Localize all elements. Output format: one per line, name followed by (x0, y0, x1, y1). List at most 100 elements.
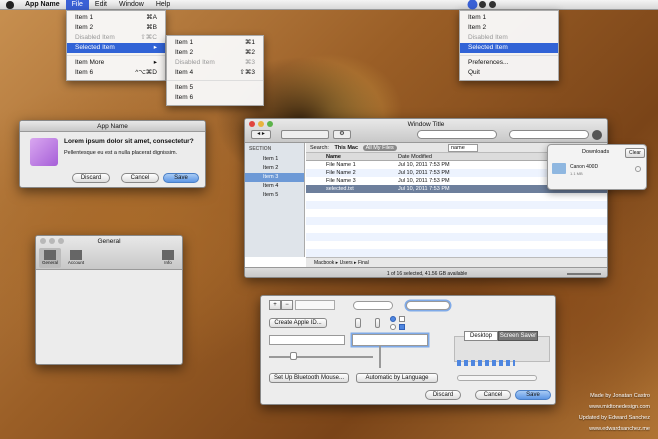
action-gear-icon[interactable]: ⚙ (333, 130, 351, 139)
menu-item[interactable]: Item More ▸ (67, 58, 165, 68)
menu-separator (460, 55, 558, 56)
menu-separator (67, 55, 165, 56)
slider-knob[interactable] (290, 352, 297, 360)
status-dot-icon[interactable] (489, 1, 496, 8)
column-date[interactable]: Date Modified (398, 153, 432, 161)
menu-file[interactable]: File (65, 0, 89, 10)
sidebar-item[interactable]: Item 5 (245, 191, 304, 200)
sidebar: SECTION Item 1 Item 2 Item 3 Item 4 Item… (245, 143, 305, 257)
search-field[interactable] (353, 301, 393, 310)
menu-extras (469, 1, 496, 8)
path-item[interactable]: Users (340, 260, 353, 266)
bluetooth-button[interactable]: Set Up Bluetooth Mouse... (269, 373, 349, 383)
stepper-small[interactable] (375, 318, 380, 328)
plus-button[interactable]: + (269, 300, 281, 310)
status-dot-icon[interactable] (479, 1, 486, 8)
menu-item-disabled: Disabled Item (468, 34, 508, 41)
menu-help[interactable]: Help (150, 0, 176, 10)
reveal-icon[interactable] (635, 166, 641, 172)
tab-desktop[interactable]: Desktop (464, 331, 498, 341)
discard-button[interactable]: Discard (72, 173, 110, 183)
horizontal-slider[interactable] (269, 356, 345, 358)
menu-item-quit[interactable]: Quit (460, 68, 558, 78)
text-field[interactable] (269, 335, 345, 345)
clear-button[interactable]: Clear (625, 148, 645, 158)
menu-item-preferences[interactable]: Preferences... (460, 58, 558, 68)
save-button[interactable]: Save (515, 390, 551, 400)
small-slider[interactable] (343, 356, 373, 358)
menu-item[interactable]: Item 6 (167, 93, 263, 103)
text-field-focused[interactable] (352, 334, 428, 346)
filter-select[interactable]: name (448, 144, 478, 152)
menu-item[interactable]: Item 2 ⌘2 (167, 48, 263, 58)
minimize-button[interactable] (258, 121, 264, 127)
zoom-button[interactable] (58, 238, 64, 244)
segmented-blank[interactable] (295, 300, 335, 310)
column-name[interactable]: Name (326, 153, 341, 161)
tab-screen-saver[interactable]: Screen Saver (498, 331, 538, 341)
menu-item[interactable]: Item 6 ^⌥⌘D (67, 68, 165, 78)
zoom-button[interactable] (267, 121, 273, 127)
radio[interactable] (390, 324, 396, 330)
sidebar-item[interactable]: Item 2 (245, 164, 304, 173)
icon-size-slider[interactable] (567, 273, 601, 275)
info-icon (162, 250, 174, 260)
app-icon (30, 138, 58, 166)
alert-heading: Lorem ipsum dolor sit amet, consectetur? (64, 138, 194, 145)
checkbox[interactable] (399, 316, 405, 322)
tab-info[interactable]: Info (157, 248, 179, 268)
language-popup[interactable]: Automatic by Language (356, 373, 438, 383)
controls-window: + − Create Apple ID... Desktop Screen Sa… (260, 295, 556, 405)
path-item[interactable]: Final (358, 260, 369, 266)
window-title: General (97, 238, 121, 245)
account-icon (70, 250, 82, 260)
downloads-popover: Downloads Clear Canon 400D 1.1 MB (547, 144, 647, 190)
folder-icon (552, 163, 566, 174)
path-input[interactable] (509, 130, 589, 139)
close-button[interactable] (40, 238, 46, 244)
search-input[interactable] (417, 130, 497, 139)
menu-item[interactable]: Item 1 (460, 13, 558, 23)
sidebar-item[interactable]: Item 1 (245, 155, 304, 164)
menu-app-name[interactable]: App Name (19, 0, 66, 10)
menu-edit[interactable]: Edit (89, 0, 113, 10)
back-forward-buttons[interactable]: ◂ ▸ (251, 130, 271, 139)
scope-this-mac[interactable]: This Mac (335, 145, 359, 151)
download-name[interactable]: Canon 400D (570, 164, 598, 170)
create-apple-id-button[interactable]: Create Apple ID... (269, 318, 327, 328)
status-item-icon[interactable] (469, 1, 476, 8)
sidebar-item-selected[interactable]: Item 3 (245, 173, 304, 182)
discard-button[interactable]: Discard (425, 390, 461, 400)
minimize-button[interactable] (49, 238, 55, 244)
downloads-icon[interactable] (592, 130, 602, 140)
alert-dialog: App Name Lorem ipsum dolor sit amet, con… (19, 120, 206, 188)
window-controls (40, 238, 64, 244)
menu-item[interactable]: Item 5 (167, 83, 263, 93)
scope-all-files[interactable]: All My Files (362, 145, 397, 151)
menu-item[interactable]: Item 4 ⇧⌘3 (167, 68, 263, 78)
menu-item[interactable]: Item 1 ⌘1 (167, 38, 263, 48)
radio-selected[interactable] (390, 316, 396, 322)
checkbox-checked[interactable] (399, 324, 405, 330)
menu-item[interactable]: Item 1 ⌘A (67, 13, 165, 23)
downloads-title: Downloads (582, 149, 610, 155)
minus-button[interactable]: − (281, 300, 293, 310)
save-button[interactable]: Save (163, 173, 199, 183)
search-field-focused[interactable] (406, 301, 450, 310)
menu-item[interactable]: Item 2 ⌘B (67, 23, 165, 33)
menu-item[interactable]: Item 2 (460, 23, 558, 33)
stepper[interactable] (355, 318, 361, 328)
menu-window[interactable]: Window (113, 0, 150, 10)
cancel-button[interactable]: Cancel (121, 173, 159, 183)
menu-item-selected[interactable]: Selected Item ▸ (67, 43, 165, 53)
path-item[interactable]: Macbook (314, 260, 334, 266)
apple-icon[interactable] (6, 0, 14, 9)
menu-item-selected[interactable]: Selected Item (460, 43, 558, 53)
sidebar-item[interactable]: Item 4 (245, 182, 304, 191)
cancel-button[interactable]: Cancel (475, 390, 511, 400)
tab-account[interactable]: Account (64, 248, 88, 268)
view-buttons[interactable] (281, 130, 329, 139)
tab-general[interactable]: General (39, 248, 61, 268)
close-button[interactable] (249, 121, 255, 127)
vertical-slider[interactable] (379, 346, 381, 368)
